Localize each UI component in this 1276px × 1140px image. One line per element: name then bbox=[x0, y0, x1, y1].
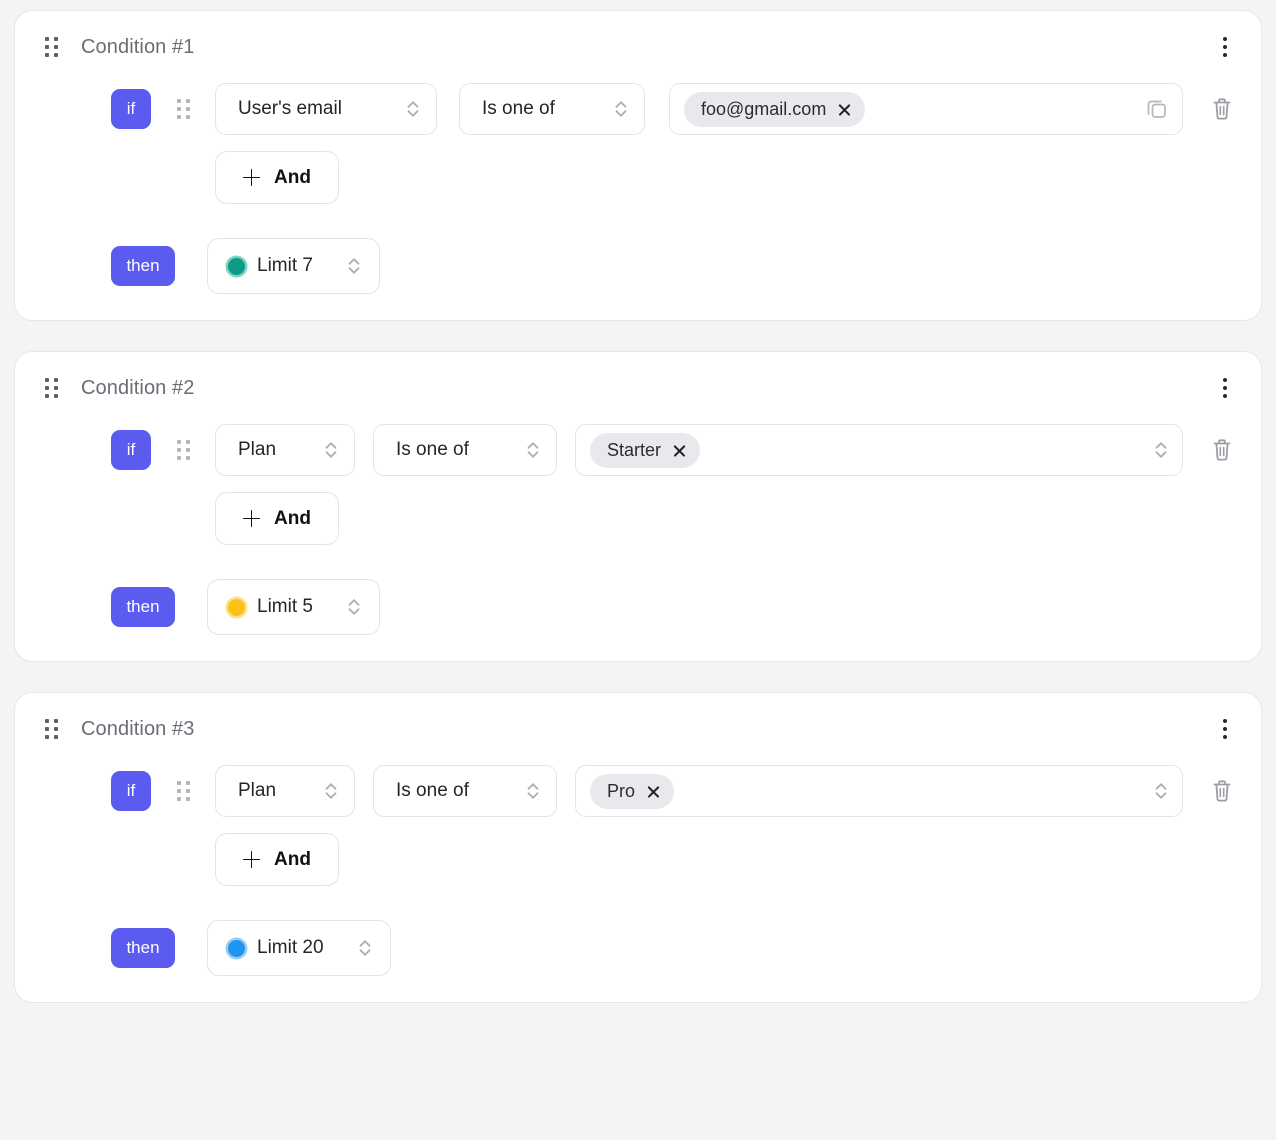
operator-select[interactable]: Is one of bbox=[459, 83, 645, 135]
result-limit-select[interactable]: Limit 20 bbox=[207, 920, 391, 976]
delete-rule-button[interactable] bbox=[1205, 774, 1239, 808]
operator-select-value: Is one of bbox=[482, 98, 555, 119]
condition-card-3: Condition #3 if Plan Is one of Pro And t… bbox=[14, 692, 1262, 1003]
attribute-select[interactable]: User's email bbox=[215, 83, 437, 135]
value-multiselect[interactable]: Starter bbox=[575, 424, 1183, 476]
chevron-up-down-icon bbox=[1152, 439, 1170, 461]
then-badge: then bbox=[111, 246, 175, 286]
rule-body: if Plan Is one of bbox=[15, 424, 1261, 635]
operator-select-value: Is one of bbox=[396, 780, 469, 801]
value-chip: foo@gmail.com bbox=[684, 91, 866, 127]
more-vertical-icon[interactable] bbox=[1211, 374, 1239, 402]
operator-select-value: Is one of bbox=[396, 439, 469, 460]
copy-icon[interactable] bbox=[1144, 96, 1170, 122]
then-row: then Limit 7 bbox=[111, 238, 1239, 294]
drag-handle-icon[interactable] bbox=[45, 37, 58, 57]
more-vertical-icon[interactable] bbox=[1211, 33, 1239, 61]
add-and-condition-button[interactable]: And bbox=[215, 492, 339, 545]
attribute-select[interactable]: Plan bbox=[215, 765, 355, 817]
result-limit-select[interactable]: Limit 7 bbox=[207, 238, 380, 294]
plus-icon bbox=[243, 851, 260, 868]
chevron-up-down-icon bbox=[322, 780, 340, 802]
result-limit-select[interactable]: Limit 5 bbox=[207, 579, 380, 635]
chevron-up-down-icon bbox=[612, 98, 630, 120]
attribute-select-value: User's email bbox=[238, 98, 342, 119]
and-row: And bbox=[111, 151, 1239, 204]
condition-card-1: Condition #1 if User's email Is one of f… bbox=[14, 10, 1262, 321]
add-and-condition-label: And bbox=[274, 507, 311, 529]
drag-handle-icon[interactable] bbox=[176, 781, 190, 801]
chevron-up-down-icon bbox=[322, 439, 340, 461]
close-icon[interactable] bbox=[646, 784, 661, 799]
add-and-condition-label: And bbox=[274, 166, 311, 188]
chevron-up-down-icon bbox=[524, 780, 542, 802]
if-badge: if bbox=[111, 430, 151, 470]
operator-select[interactable]: Is one of bbox=[373, 424, 557, 476]
result-limit-label: Limit 5 bbox=[257, 596, 313, 617]
chevron-up-down-icon bbox=[345, 596, 363, 618]
chevron-up-down-icon bbox=[404, 98, 422, 120]
page-title: Condition #3 bbox=[81, 717, 195, 740]
then-badge: then bbox=[111, 928, 175, 968]
add-and-condition-button[interactable]: And bbox=[215, 833, 339, 886]
chevron-up-down-icon bbox=[356, 937, 374, 959]
row-drag-handle-slot bbox=[151, 781, 215, 801]
close-icon[interactable] bbox=[837, 102, 852, 117]
and-row: And bbox=[111, 492, 1239, 545]
row-drag-handle-slot bbox=[151, 99, 215, 119]
if-row: if Plan Is one of bbox=[111, 424, 1239, 476]
more-vertical-icon[interactable] bbox=[1211, 715, 1239, 743]
condition-card-header: Condition #1 bbox=[15, 11, 1261, 83]
then-row: then Limit 5 bbox=[111, 579, 1239, 635]
attribute-select[interactable]: Plan bbox=[215, 424, 355, 476]
then-row: then Limit 20 bbox=[111, 920, 1239, 976]
chevron-up-down-icon bbox=[524, 439, 542, 461]
condition-card-header: Condition #2 bbox=[15, 352, 1261, 424]
add-and-condition-label: And bbox=[274, 848, 311, 870]
value-multiselect[interactable]: Pro bbox=[575, 765, 1183, 817]
if-row: if Plan Is one of bbox=[111, 765, 1239, 817]
close-icon[interactable] bbox=[672, 443, 687, 458]
add-and-condition-button[interactable]: And bbox=[215, 151, 339, 204]
value-chip-label: Pro bbox=[607, 780, 636, 801]
result-limit-label: Limit 7 bbox=[257, 255, 313, 276]
value-multiselect[interactable]: foo@gmail.com bbox=[669, 83, 1183, 135]
value-chip: Pro bbox=[590, 773, 675, 809]
value-chip: Starter bbox=[590, 432, 701, 468]
drag-handle-icon[interactable] bbox=[45, 378, 58, 398]
delete-rule-button[interactable] bbox=[1205, 433, 1239, 467]
result-limit-label: Limit 20 bbox=[257, 937, 324, 958]
condition-card-header: Condition #3 bbox=[15, 693, 1261, 765]
plus-icon bbox=[243, 510, 260, 527]
chevron-up-down-icon bbox=[1152, 780, 1170, 802]
plus-icon bbox=[243, 169, 260, 186]
status-dot bbox=[228, 257, 245, 275]
status-dot bbox=[228, 939, 245, 957]
rule-body: if Plan Is one of bbox=[15, 765, 1261, 976]
page-title: Condition #2 bbox=[81, 376, 195, 399]
drag-handle-icon[interactable] bbox=[176, 440, 190, 460]
attribute-select-value: Plan bbox=[238, 780, 277, 801]
value-chip-label: foo@gmail.com bbox=[701, 98, 827, 119]
delete-rule-button[interactable] bbox=[1205, 92, 1239, 126]
operator-select[interactable]: Is one of bbox=[373, 765, 557, 817]
chevron-up-down-icon bbox=[345, 255, 363, 277]
if-badge: if bbox=[111, 89, 151, 129]
drag-handle-icon[interactable] bbox=[176, 99, 190, 119]
page-title: Condition #1 bbox=[81, 35, 195, 58]
and-row: And bbox=[111, 833, 1239, 886]
then-badge: then bbox=[111, 587, 175, 627]
conditions-list: Condition #1 if User's email Is one of f… bbox=[0, 0, 1276, 1140]
condition-card-2: Condition #2 if Plan Is one of Starter A… bbox=[14, 351, 1262, 662]
row-drag-handle-slot bbox=[151, 440, 215, 460]
drag-handle-icon[interactable] bbox=[45, 719, 58, 739]
value-chip-label: Starter bbox=[607, 439, 662, 460]
if-row: if User's email Is one of foo@gmail.com bbox=[111, 83, 1239, 135]
rule-body: if User's email Is one of foo@gmail.com … bbox=[15, 83, 1261, 294]
status-dot bbox=[228, 598, 245, 616]
attribute-select-value: Plan bbox=[238, 439, 277, 460]
if-badge: if bbox=[111, 771, 151, 811]
